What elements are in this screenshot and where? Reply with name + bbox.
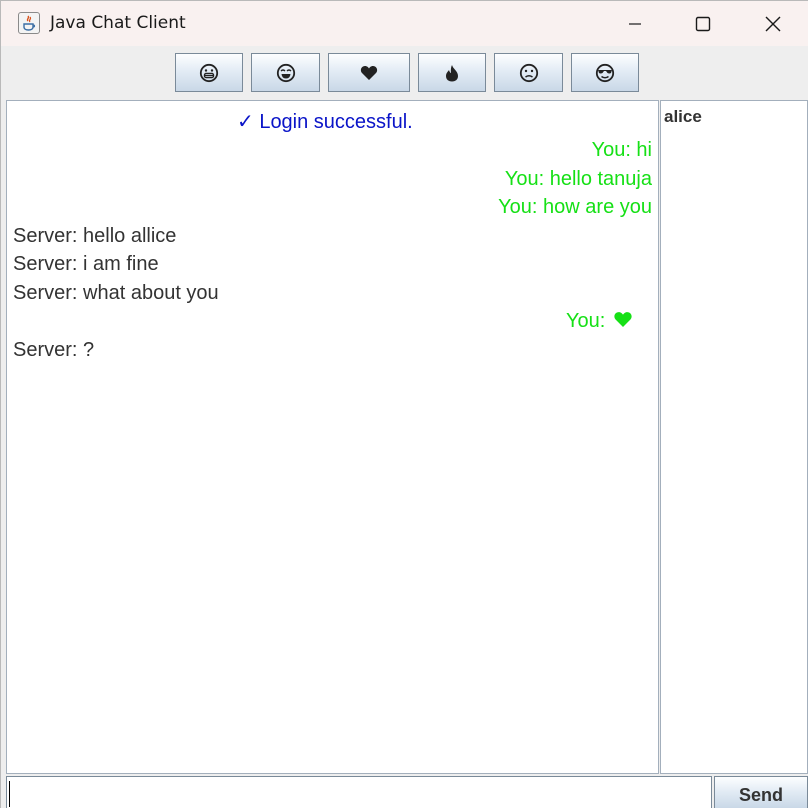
grinning-face-icon bbox=[199, 63, 219, 82]
title-bar: Java Chat Client bbox=[1, 1, 808, 46]
maximize-icon bbox=[695, 16, 711, 31]
close-icon bbox=[765, 16, 781, 31]
emoji-button-fire[interactable] bbox=[418, 53, 486, 92]
user-list-item[interactable]: alice bbox=[664, 107, 702, 127]
sunglasses-face-icon bbox=[595, 63, 615, 82]
text-caret bbox=[9, 781, 10, 807]
chat-message-received: Server: i am fine bbox=[13, 253, 159, 275]
java-app-icon bbox=[18, 12, 40, 34]
emoji-button-heart[interactable] bbox=[328, 53, 410, 92]
heart-icon bbox=[614, 312, 632, 327]
chat-message-received: Server: hello allice bbox=[13, 225, 177, 247]
maximize-button[interactable] bbox=[669, 1, 737, 46]
close-button[interactable] bbox=[739, 1, 807, 46]
chat-message-received: Server: what about you bbox=[13, 282, 219, 304]
chat-message-sent: You: bbox=[566, 310, 606, 332]
window-title: Java Chat Client bbox=[50, 13, 186, 33]
minimize-button[interactable] bbox=[601, 1, 669, 46]
chat-messages-panel[interactable]: ✓ Login successful. You: hi You: hello t… bbox=[6, 100, 659, 774]
chat-message-sent: You: hi bbox=[591, 139, 652, 161]
chat-message-sent: You: how are you bbox=[498, 196, 652, 218]
chat-message-system: ✓ Login successful. bbox=[237, 111, 413, 133]
chat-message-received: Server: ? bbox=[13, 339, 95, 361]
chat-message-sent-heart: You: bbox=[566, 309, 633, 333]
message-input[interactable] bbox=[6, 776, 712, 808]
heart-icon bbox=[360, 65, 378, 80]
chat-message-sent: You: hello tanuja bbox=[504, 168, 652, 190]
fire-icon bbox=[446, 64, 458, 81]
online-users-list[interactable]: alice bbox=[660, 100, 808, 774]
send-button[interactable]: Send bbox=[714, 776, 808, 808]
confused-face-icon bbox=[519, 63, 538, 82]
emoji-button-sunglasses[interactable] bbox=[571, 53, 639, 92]
chat-window: Java Chat Client ✓ Login successful. You… bbox=[0, 0, 808, 808]
emoji-button-confused[interactable] bbox=[494, 53, 563, 92]
emoji-toolbar bbox=[1, 46, 808, 100]
tears-of-joy-face-icon bbox=[276, 63, 295, 82]
minimize-icon bbox=[629, 22, 641, 25]
emoji-button-joy[interactable] bbox=[251, 53, 320, 92]
emoji-button-grinning[interactable] bbox=[175, 53, 243, 92]
